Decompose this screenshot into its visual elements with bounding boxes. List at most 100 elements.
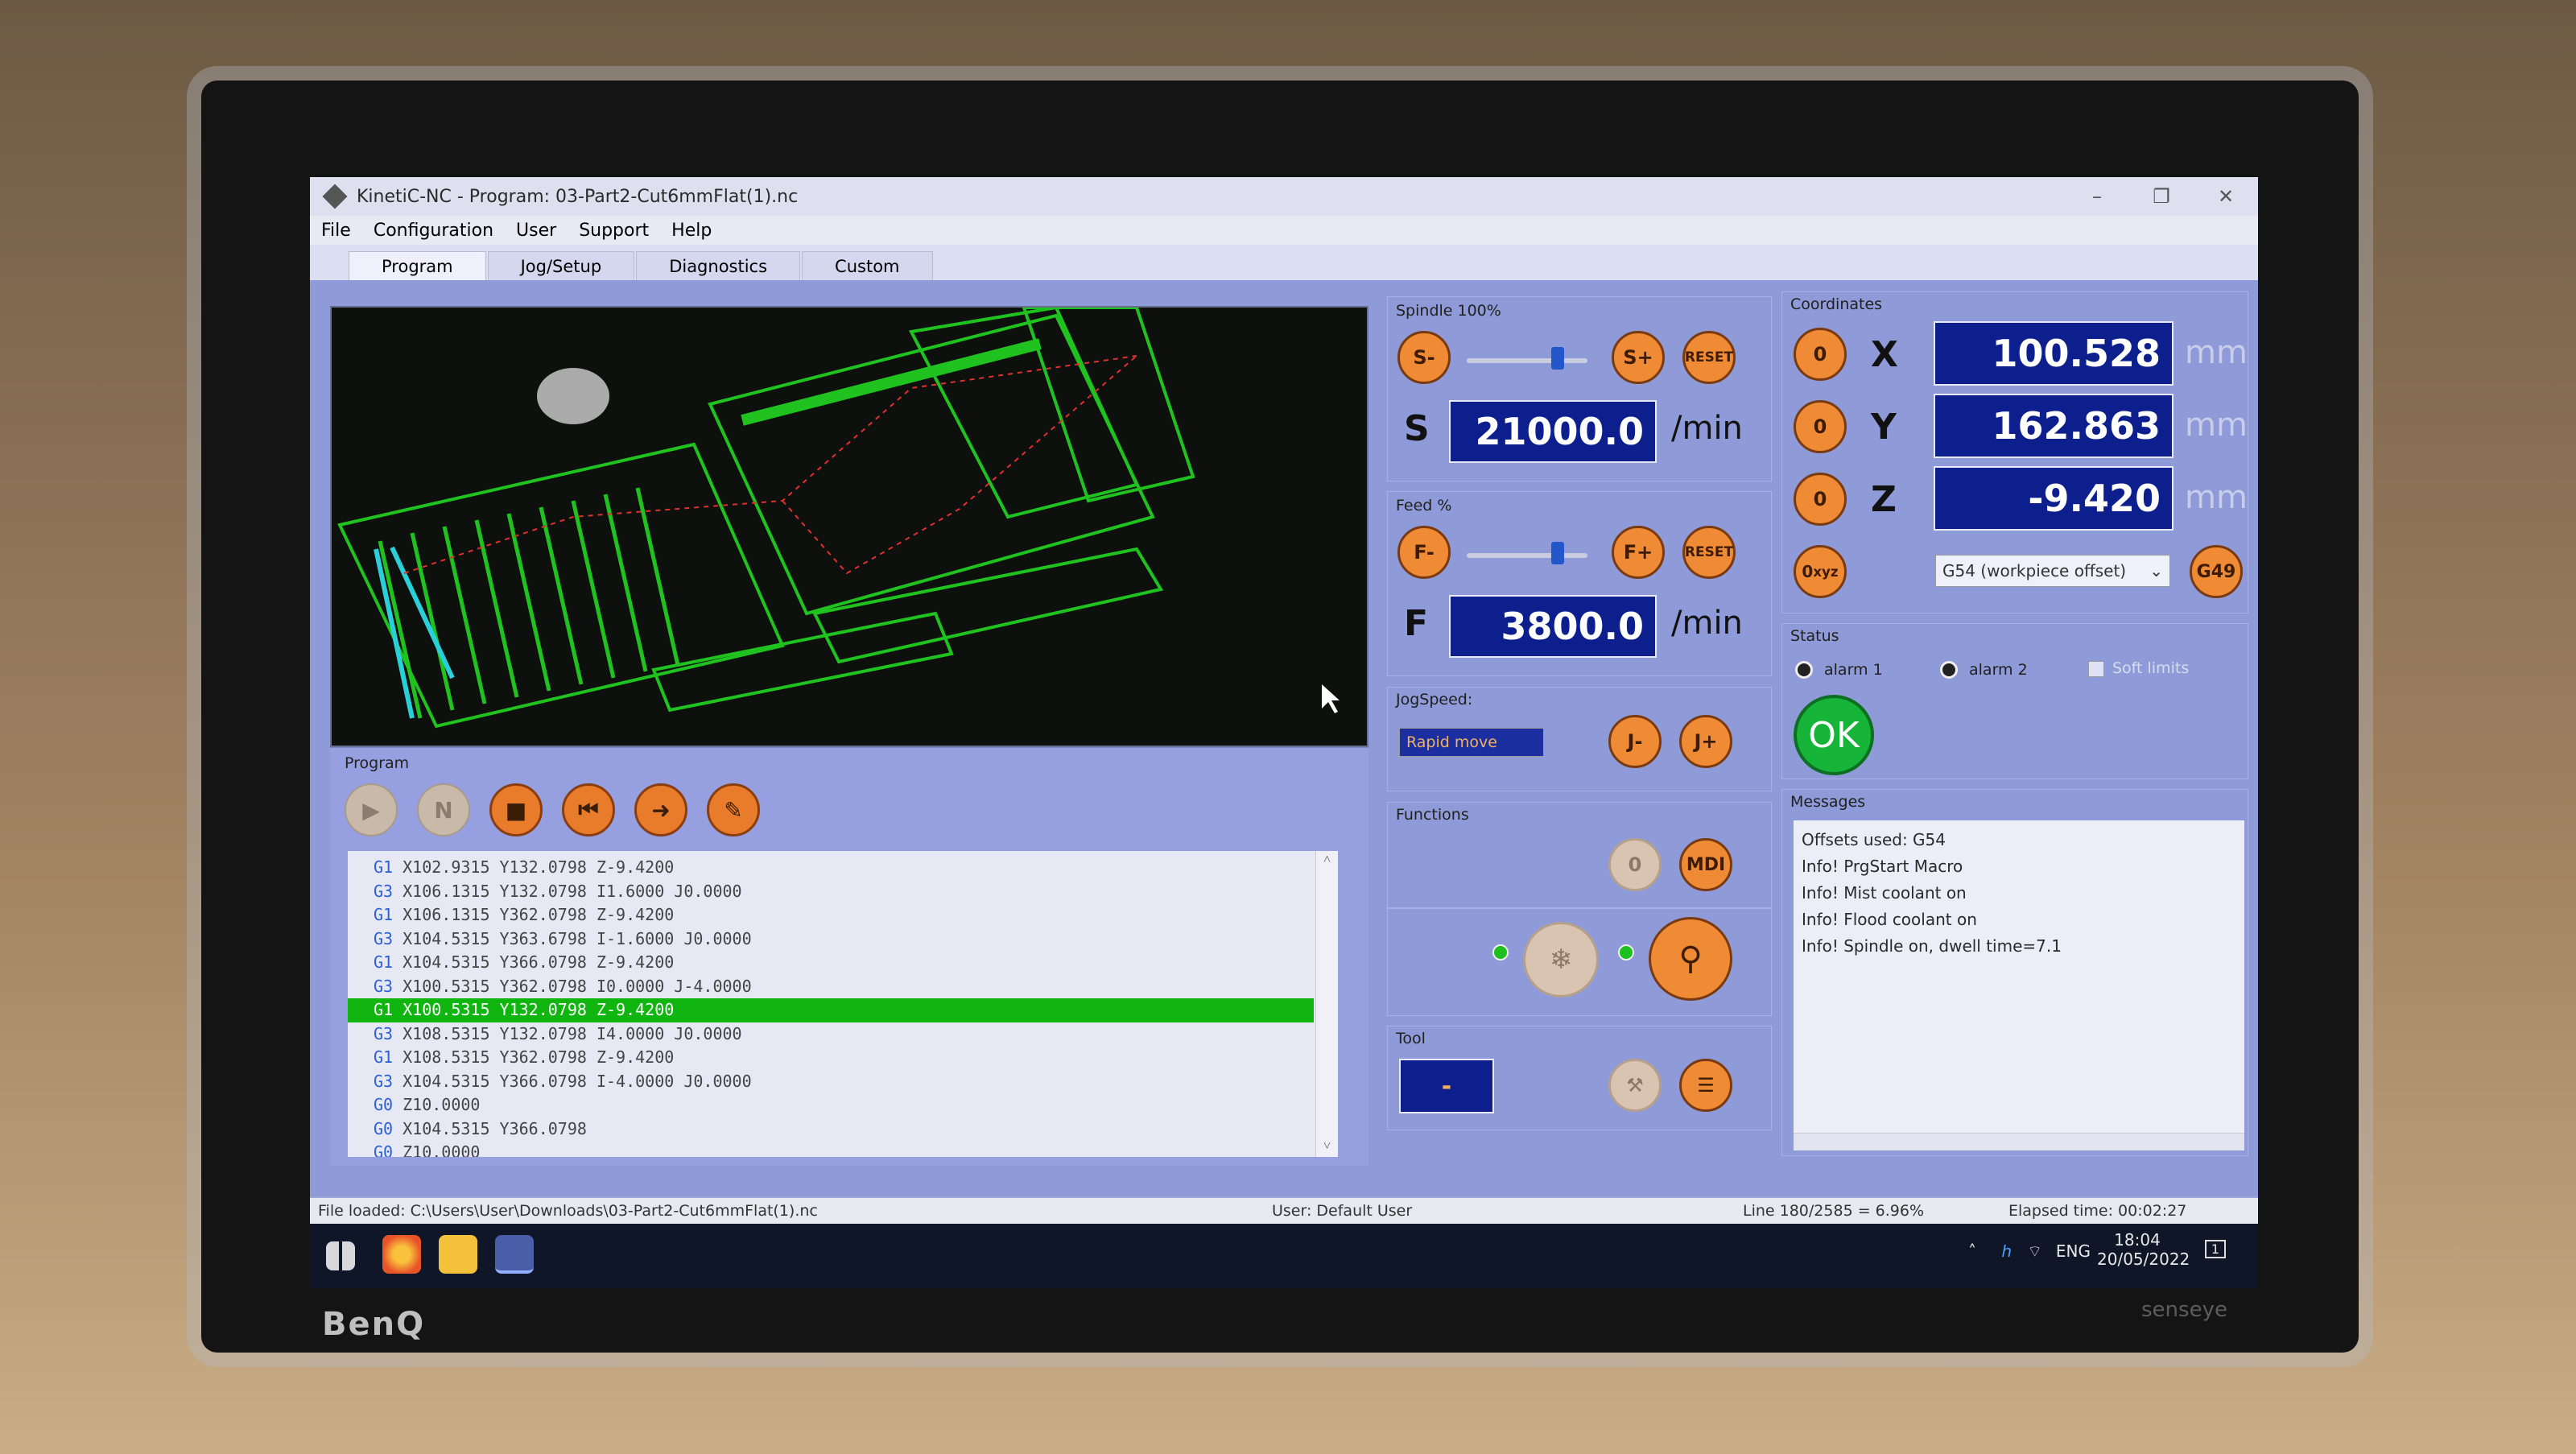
- hp-icon[interactable]: ℎ: [2001, 1241, 2012, 1261]
- app-icon: [322, 184, 348, 209]
- messages-hscrollbar[interactable]: [1794, 1133, 2244, 1150]
- flood-coolant-button[interactable]: ⚲: [1649, 917, 1732, 1001]
- functions-divider: [1388, 907, 1773, 909]
- gcode-line[interactable]: G3 X108.5315 Y132.0798 I4.0000 J0.0000: [348, 1022, 1338, 1047]
- gcode-command: G3: [374, 928, 394, 948]
- menu-support[interactable]: Support: [579, 221, 649, 241]
- menu-help[interactable]: Help: [671, 221, 712, 241]
- status-group: Status alarm 1 alarm 2 Soft limits OK: [1781, 623, 2248, 779]
- menu-file[interactable]: File: [321, 221, 351, 241]
- gcode-command: G0: [374, 1142, 394, 1157]
- program-panel-title: Program: [345, 754, 410, 772]
- tab-custom[interactable]: Custom: [802, 251, 933, 280]
- gcode-line[interactable]: G3 X104.5315 Y363.6798 I-1.6000 J0.0000: [348, 927, 1338, 952]
- feed-rate-readout: 3800.0: [1449, 595, 1657, 658]
- mdi-button[interactable]: MDI: [1679, 838, 1732, 891]
- offset-select[interactable]: G54 (workpiece offset) ⌄: [1935, 555, 2170, 587]
- scroll-down-icon[interactable]: ˅: [1316, 1138, 1338, 1154]
- monitor-screen: KinetiC-NC - Program: 03-Part2-Cut6mmFla…: [310, 177, 2258, 1288]
- notifications-icon[interactable]: 1: [2204, 1240, 2226, 1258]
- y-position-readout: 162.863: [1934, 394, 2174, 458]
- spindle-slider-thumb[interactable]: [1550, 347, 1564, 370]
- file-explorer-icon[interactable]: [439, 1235, 477, 1274]
- gcode-listing[interactable]: G1 X102.9315 Y132.0798 Z-9.4200 G3 X106.1…: [348, 851, 1338, 1157]
- zero-z-button[interactable]: 0: [1794, 473, 1847, 526]
- toolpath-drawing: [337, 305, 1340, 729]
- firefox-icon[interactable]: [382, 1235, 421, 1274]
- alarm2-radio[interactable]: [1940, 661, 1958, 679]
- menu-configuration[interactable]: Configuration: [374, 221, 493, 241]
- clock[interactable]: 18:04 20/05/2022: [2097, 1230, 2190, 1269]
- gcode-line[interactable]: G1 X102.9315 Y132.0798 Z-9.4200: [348, 856, 1338, 880]
- gcode-line[interactable]: G1 X106.1315 Y362.0798 Z-9.4200: [348, 903, 1338, 927]
- run-button[interactable]: ▶: [345, 783, 398, 836]
- tool-change-button[interactable]: ⚒: [1608, 1059, 1662, 1112]
- menu-user[interactable]: User: [516, 221, 556, 241]
- zero-x-button[interactable]: 0: [1794, 328, 1847, 381]
- feed-plus-button[interactable]: F+: [1612, 526, 1665, 579]
- y-unit: mm: [2185, 407, 2248, 444]
- wifi-icon[interactable]: ⌔: [2027, 1241, 2042, 1262]
- mist-coolant-button[interactable]: ❄: [1523, 922, 1599, 998]
- windows-start-icon[interactable]: [326, 1241, 355, 1270]
- gcode-line[interactable]: G1 X104.5315 Y366.0798 Z-9.4200: [348, 951, 1338, 975]
- tab-program[interactable]: Program: [349, 251, 486, 280]
- window-title: KinetiC-NC - Program: 03-Part2-Cut6mmFla…: [357, 186, 799, 207]
- kinetic-nc-taskbar-icon[interactable]: [495, 1235, 534, 1274]
- feed-minus-button[interactable]: F-: [1397, 526, 1451, 579]
- toolpath-viewport[interactable]: [330, 305, 1368, 747]
- feed-unit: /min: [1671, 605, 1743, 642]
- gcode-line[interactable]: G0 Z10.0000: [348, 1093, 1338, 1117]
- stop-button[interactable]: ■: [489, 783, 543, 836]
- language-indicator[interactable]: ENG: [2056, 1241, 2091, 1261]
- zero-all-button[interactable]: 0: [1608, 838, 1662, 891]
- tab-diagnostics[interactable]: Diagnostics: [636, 251, 801, 280]
- rewind-button[interactable]: ⏮: [562, 783, 615, 836]
- tray-chevron-icon[interactable]: ˄: [1968, 1241, 1976, 1261]
- alarm1-radio[interactable]: [1795, 661, 1813, 679]
- spindle-plus-button[interactable]: S+: [1612, 331, 1665, 384]
- file-loaded-text: File loaded: C:\Users\User\Downloads\03-…: [318, 1202, 818, 1220]
- goto-line-button[interactable]: ➜: [634, 783, 687, 836]
- jog-speed-title: JogSpeed:: [1396, 691, 1473, 708]
- gcode-line[interactable]: G3 X104.5315 Y366.0798 I-4.0000 J0.0000: [348, 1070, 1338, 1094]
- spindle-minus-button[interactable]: S-: [1397, 331, 1451, 384]
- gcode-command: G3: [374, 976, 394, 996]
- tool-table-button[interactable]: ☰: [1679, 1059, 1732, 1112]
- messages-list[interactable]: Offsets used: G54 Info! PrgStart Macro I…: [1794, 820, 2244, 1150]
- feed-slider-thumb[interactable]: [1550, 542, 1564, 564]
- close-button[interactable]: ✕: [2194, 185, 2258, 208]
- spindle-override-slider[interactable]: [1467, 358, 1587, 363]
- gcode-line[interactable]: G0 X104.5315 Y366.0798: [348, 1117, 1338, 1142]
- soft-limits-checkbox[interactable]: [2088, 661, 2104, 677]
- gcode-line[interactable]: G1 X108.5315 Y362.0798 Z-9.4200: [348, 1046, 1338, 1070]
- gcode-args: X108.5315 Y362.0798 Z-9.4200: [393, 1047, 675, 1067]
- gcode-line[interactable]: G3 X106.1315 Y132.0798 I1.6000 J0.0000: [348, 880, 1338, 904]
- maximize-button[interactable]: ❐: [2129, 185, 2194, 208]
- edit-program-button[interactable]: ✎: [707, 783, 760, 836]
- functions-group: Functions 0 MDI ❄ ⚲: [1387, 802, 1773, 1016]
- feed-group: Feed % F- F+ RESET F 3800.0 /min: [1387, 491, 1772, 676]
- feed-reset-button[interactable]: RESET: [1682, 526, 1736, 579]
- gcode-line[interactable]: G0 Z10.0000: [348, 1141, 1338, 1157]
- zero-y-button[interactable]: 0: [1794, 400, 1847, 453]
- gcode-args: Z10.0000: [393, 1142, 481, 1157]
- minimize-button[interactable]: –: [2065, 185, 2129, 208]
- gcode-line[interactable]: G3 X100.5315 Y362.0798 I0.0000 J-4.0000: [348, 975, 1338, 999]
- ok-status-button[interactable]: OK: [1794, 695, 1874, 775]
- axis-y-label: Y: [1871, 407, 1897, 448]
- jog-mode-select[interactable]: Rapid move: [1399, 728, 1544, 757]
- gcode-scrollbar[interactable]: ˄ ˅: [1315, 851, 1338, 1157]
- tab-jog-setup[interactable]: Jog/Setup: [487, 251, 635, 280]
- gcode-args: X104.5315 Y366.0798: [393, 1118, 587, 1138]
- scroll-up-icon[interactable]: ˄: [1316, 851, 1338, 867]
- jog-plus-button[interactable]: J+: [1679, 715, 1732, 768]
- feed-letter: F: [1404, 603, 1429, 644]
- feed-override-slider[interactable]: [1467, 553, 1587, 558]
- run-from-line-button[interactable]: N: [417, 783, 470, 836]
- gcode-line-current[interactable]: G1 X100.5315 Y132.0798 Z-9.4200: [348, 998, 1314, 1022]
- zero-xyz-button[interactable]: 0 xyz: [1794, 545, 1847, 598]
- jog-minus-button[interactable]: J-: [1608, 715, 1662, 768]
- spindle-reset-button[interactable]: RESET: [1682, 331, 1736, 384]
- g49-button[interactable]: G49: [2190, 545, 2243, 598]
